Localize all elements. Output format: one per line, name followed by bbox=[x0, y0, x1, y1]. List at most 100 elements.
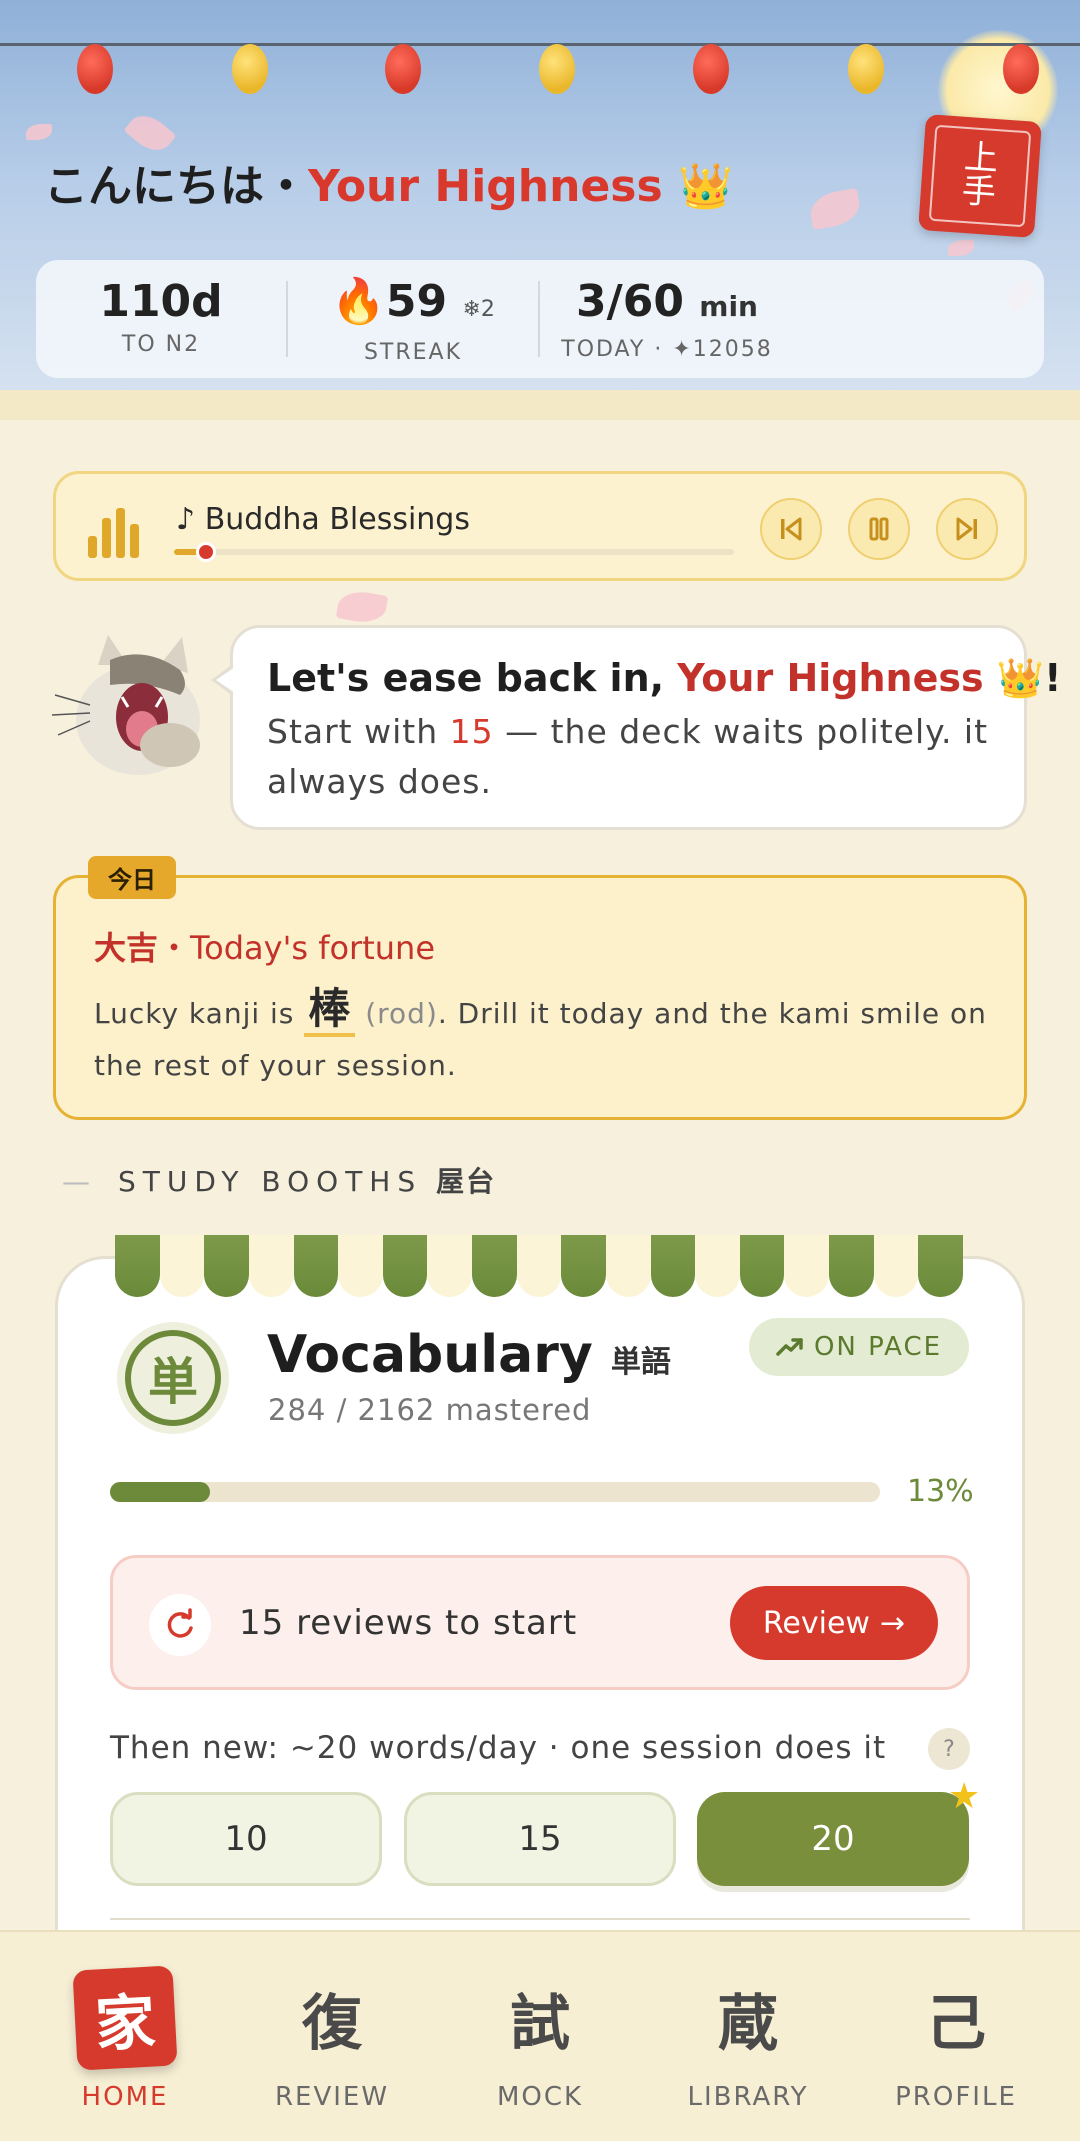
tab-profile[interactable]: 己 PROFILE bbox=[848, 1932, 1064, 2141]
today-label: TODAY · ✦12058 bbox=[561, 337, 773, 362]
stat-countdown: 110d TO N2 bbox=[36, 274, 286, 364]
equalizer-icon bbox=[88, 508, 148, 558]
library-icon: 蔵 bbox=[718, 1988, 778, 2059]
countdown-value: 110d bbox=[99, 276, 223, 327]
stat-today: 3/60 min TODAY · ✦12058 bbox=[540, 274, 794, 364]
track-progress-knob[interactable] bbox=[196, 542, 216, 562]
stamp-char-bottom: 手 bbox=[960, 170, 998, 214]
daily-count-option-10[interactable]: 10 bbox=[110, 1792, 382, 1886]
lantern-icon bbox=[539, 44, 575, 94]
booth-divider bbox=[110, 1918, 970, 1920]
cat-mascot-icon bbox=[51, 635, 200, 775]
fortune-body: Lucky kanji is 棒 (rod). Drill it today a… bbox=[94, 983, 994, 1092]
daily-count-option-15[interactable]: 15 bbox=[404, 1792, 676, 1886]
help-icon[interactable]: ? bbox=[928, 1728, 970, 1770]
streak-freeze-count: ❄2 bbox=[462, 297, 495, 322]
trending-up-icon bbox=[776, 1338, 803, 1356]
track-name: Buddha Blessings bbox=[204, 502, 470, 537]
home-icon: 家 bbox=[72, 1965, 178, 2071]
mastery-percent: 13% bbox=[907, 1474, 974, 1509]
header-sky: こんにちは・Your Highness 👑 上 手 110d TO N2 🔥59… bbox=[0, 0, 1080, 400]
section-title-jp: 屋台 bbox=[436, 1165, 497, 1198]
level-stamp-badge[interactable]: 上 手 bbox=[918, 114, 1042, 238]
review-button[interactable]: Review → bbox=[730, 1586, 938, 1660]
tab-home[interactable]: 家 HOME bbox=[17, 1932, 233, 2141]
crown-icon: 👑 bbox=[678, 161, 733, 212]
tab-label: HOME bbox=[81, 2082, 169, 2112]
stats-bar: 110d TO N2 🔥59 ❄2 STREAK 3/60 min TODAY … bbox=[36, 260, 1044, 378]
profile-icon: 己 bbox=[926, 1988, 986, 2059]
greeting-prefix: こんにちは・ bbox=[44, 161, 308, 212]
petal-decoration bbox=[948, 240, 974, 256]
bubble-body-count: 15 bbox=[449, 712, 494, 751]
review-button-label: Review bbox=[762, 1605, 870, 1641]
streak-value: 59 bbox=[385, 276, 448, 327]
bubble-headline-prefix: Let's ease back in, bbox=[267, 656, 678, 700]
today-value: 3/60 bbox=[576, 276, 684, 327]
next-track-button[interactable] bbox=[936, 498, 998, 560]
track-title: ♪ Buddha Blessings bbox=[176, 502, 470, 537]
lucky-kanji[interactable]: 棒 bbox=[304, 984, 356, 1037]
fortune-title: 大吉・Today's fortune bbox=[94, 923, 435, 969]
pause-button[interactable] bbox=[848, 498, 910, 560]
skip-forward-icon bbox=[956, 517, 977, 541]
petal-decoration bbox=[335, 588, 389, 626]
section-title: STUDY BOOTHS bbox=[118, 1165, 423, 1198]
tab-label: MOCK bbox=[496, 2082, 584, 2112]
previous-track-button[interactable] bbox=[760, 498, 822, 560]
on-pace-badge: ON PACE bbox=[749, 1318, 969, 1376]
booth-title-jp: 単語 bbox=[610, 1345, 671, 1380]
booth-title-text: Vocabulary bbox=[267, 1325, 593, 1385]
fortune-body-prefix: Lucky kanji is bbox=[94, 997, 305, 1030]
pause-icon bbox=[869, 517, 889, 541]
bottom-tab-bar: 家 HOME 復 REVIEW 試 MOCK 蔵 LIBRARY 己 PROFI… bbox=[0, 1930, 1080, 2141]
lantern-icon bbox=[1003, 44, 1039, 94]
petal-decoration bbox=[26, 124, 52, 140]
booth-awning bbox=[115, 1235, 963, 1297]
daily-count-label: 15 bbox=[518, 1819, 562, 1859]
lucky-kanji-meaning: (rod) bbox=[365, 997, 438, 1030]
mastery-progress-fill bbox=[110, 1482, 211, 1502]
skip-back-icon bbox=[781, 517, 802, 541]
fortune-tag: 今日 bbox=[88, 856, 176, 899]
music-player: ♪ Buddha Blessings bbox=[53, 471, 1027, 581]
on-pace-label: ON PACE bbox=[813, 1332, 943, 1362]
music-note-icon: ♪ bbox=[176, 502, 196, 537]
fortune-title-rest: ・Today's fortune bbox=[158, 929, 436, 967]
daily-count-option-20[interactable]: 20 bbox=[697, 1792, 969, 1886]
daily-count-label: 20 bbox=[811, 1819, 855, 1859]
tab-library[interactable]: 蔵 LIBRARY bbox=[640, 1932, 856, 2141]
today-unit: min bbox=[699, 290, 758, 323]
bubble-body-prefix: Start with bbox=[267, 712, 450, 751]
section-dash: — bbox=[62, 1165, 90, 1198]
streak-label: STREAK bbox=[363, 340, 463, 365]
refresh-icon bbox=[149, 1594, 211, 1656]
bubble-headline: Let's ease back in, Your Highness 👑! bbox=[267, 656, 1061, 701]
reviews-count-text: 15 reviews to start bbox=[239, 1603, 578, 1643]
tab-mock[interactable]: 試 MOCK bbox=[432, 1932, 648, 2141]
mock-icon: 試 bbox=[510, 1988, 570, 2059]
greeting-text: こんにちは・Your Highness 👑 bbox=[44, 150, 733, 214]
bubble-headline-suffix: 👑! bbox=[983, 656, 1062, 700]
daily-count-label: 10 bbox=[224, 1819, 268, 1859]
track-progress-bar[interactable] bbox=[174, 542, 734, 562]
greeting-name: Your Highness bbox=[308, 161, 663, 212]
new-words-hint: Then new: ~20 words/day · one session do… bbox=[110, 1730, 887, 1766]
mastered-count: 284 / 2162 mastered bbox=[268, 1393, 592, 1427]
mastery-progress-bar bbox=[110, 1482, 880, 1502]
bubble-headline-name: Your Highness bbox=[677, 656, 984, 700]
tab-label: PROFILE bbox=[895, 2082, 1017, 2112]
wave-divider bbox=[0, 390, 1080, 420]
booth-title: Vocabulary 単語 bbox=[267, 1325, 671, 1385]
stat-streak: 🔥59 ❄2 STREAK bbox=[288, 274, 538, 365]
star-icon: ★ bbox=[948, 1776, 981, 1817]
fortune-title-bold: 大吉 bbox=[94, 929, 159, 967]
lantern-icon bbox=[385, 44, 421, 94]
countdown-label: TO N2 bbox=[121, 332, 201, 357]
review-callout: 15 reviews to start Review → bbox=[110, 1555, 970, 1690]
bubble-body: Start with 15 — the deck waits politely.… bbox=[267, 707, 990, 807]
section-heading: — STUDY BOOTHS 屋台 bbox=[62, 1160, 496, 1200]
tab-label: REVIEW bbox=[274, 2082, 390, 2112]
stamp-char-top: 上 bbox=[962, 136, 1000, 180]
tab-review[interactable]: 復 REVIEW bbox=[224, 1932, 440, 2141]
